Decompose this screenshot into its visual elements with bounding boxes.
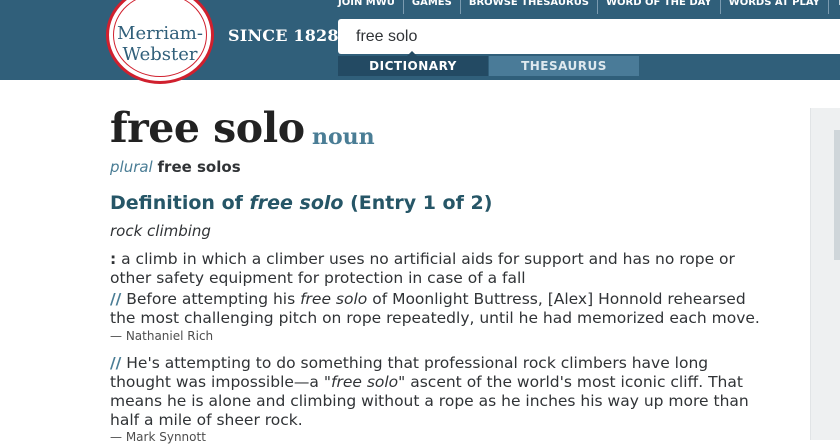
- merriam-webster-logo[interactable]: Merriam- Webster: [106, 0, 214, 84]
- definition-text: : a climb in which a climber uses no art…: [110, 250, 770, 288]
- nav-join-mwu[interactable]: JOIN MWU: [330, 0, 403, 14]
- nav-games[interactable]: GAMES: [402, 0, 460, 14]
- since-1828-tagline: SINCE 1828: [228, 26, 339, 45]
- example1-attribution: — Nathaniel Rich: [110, 329, 214, 343]
- plural-label: plural: [110, 158, 153, 176]
- logo-text-line1: Merriam-: [117, 23, 203, 44]
- site-header: Merriam- Webster SINCE 1828 JOIN MWU GAM…: [0, 0, 840, 84]
- example-sentence-1: // Before attempting his free solo of Mo…: [110, 290, 770, 328]
- part-of-speech-link[interactable]: noun: [312, 124, 375, 150]
- example-marker: //: [110, 290, 122, 308]
- nav-words-at-play[interactable]: WORDS AT PLAY: [719, 0, 828, 14]
- subject-label: rock climbing: [110, 222, 211, 240]
- sidebar-image: [834, 130, 840, 260]
- example-marker: //: [110, 354, 122, 372]
- plural-form: plural free solos: [110, 158, 241, 176]
- example2-attribution: — Mark Synnott: [110, 430, 206, 444]
- definition-heading: Definition of free solo (Entry 1 of 2): [110, 192, 492, 214]
- nav-word-of-the-day[interactable]: WORD OF THE DAY: [597, 0, 720, 14]
- definition-body: a climb in which a climber uses no artif…: [110, 250, 735, 287]
- search-input[interactable]: free solo: [338, 19, 840, 54]
- example1-pre: Before attempting his: [121, 290, 301, 308]
- nav-truncated-item[interactable]: TIM: [827, 0, 840, 14]
- example2-italic: free solo: [330, 373, 399, 391]
- definition-heading-word: free solo: [249, 192, 344, 214]
- example1-italic: free solo: [300, 290, 368, 308]
- headword: free solo: [110, 104, 305, 152]
- plural-word: free solos: [157, 158, 241, 176]
- nav-browse-thesaurus[interactable]: BROWSE THESAURUS: [459, 0, 597, 14]
- tab-thesaurus[interactable]: THESAURUS: [489, 56, 639, 76]
- logo-text-line2: Webster: [122, 44, 198, 65]
- example-sentence-2: // He's attempting to do something that …: [110, 354, 770, 430]
- top-nav: JOIN MWU GAMES BROWSE THESAURUS WORD OF …: [330, 0, 840, 14]
- definition-heading-suffix: (Entry 1 of 2): [343, 192, 493, 214]
- tab-dictionary[interactable]: DICTIONARY: [338, 56, 488, 76]
- definition-heading-prefix: Definition of: [110, 192, 250, 214]
